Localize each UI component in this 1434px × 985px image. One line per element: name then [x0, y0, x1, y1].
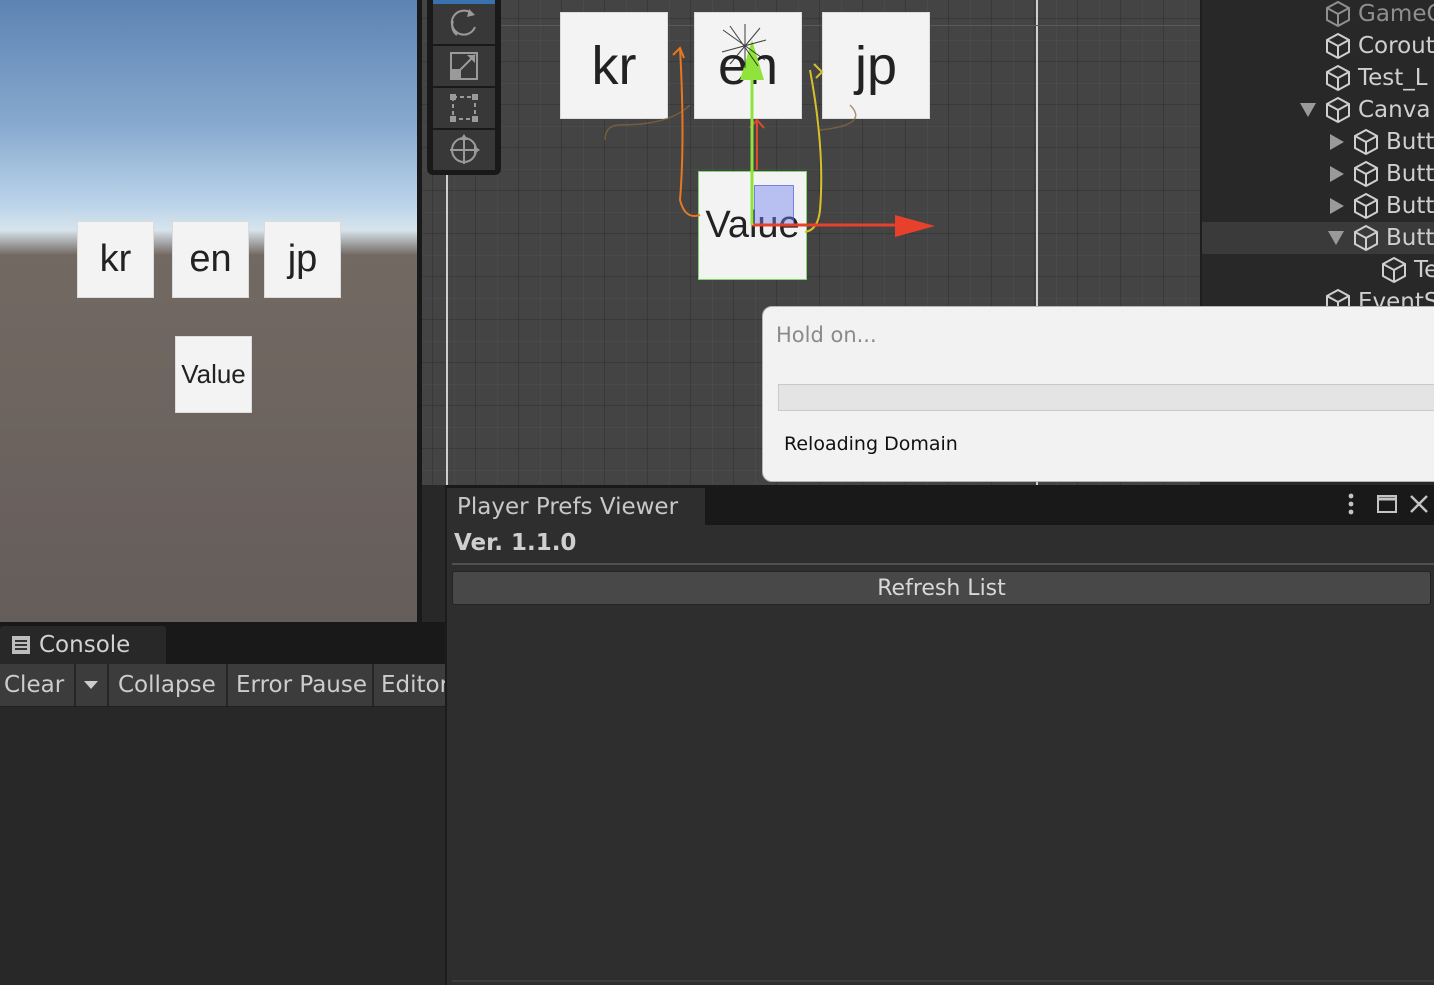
hierarchy-item-label: Te — [1414, 257, 1434, 283]
tab-label: Console — [39, 632, 131, 658]
divider — [226, 664, 228, 706]
hierarchy-item-label: Corout — [1358, 33, 1434, 59]
refresh-list-button[interactable]: Refresh List — [452, 571, 1431, 605]
transform-tool-icon — [450, 134, 480, 164]
expand-right-icon[interactable] — [1330, 166, 1344, 182]
divider — [107, 664, 109, 706]
tab-console[interactable]: Console — [0, 626, 166, 664]
game-en-button[interactable]: en — [172, 221, 249, 298]
navigation-gizmo — [604, 24, 935, 237]
clear-button[interactable]: Clear — [4, 664, 64, 706]
gameobject-icon — [1382, 256, 1406, 284]
editor-dropdown[interactable]: Editor — [381, 664, 445, 706]
transform-tool-button[interactable] — [433, 130, 495, 170]
gameobject-icon — [1354, 192, 1378, 220]
expand-down-icon[interactable] — [1328, 231, 1344, 245]
gameobject-icon — [1326, 32, 1350, 60]
expand-right-icon[interactable] — [1330, 198, 1344, 214]
clear-options-dropdown[interactable] — [82, 664, 100, 706]
rotate-tool-button[interactable] — [433, 4, 495, 44]
gameobject-icon — [1326, 288, 1350, 306]
hierarchy-item[interactable]: EventS — [1324, 286, 1434, 306]
player-prefs-panel — [445, 485, 1434, 985]
rect-tool-button[interactable] — [433, 88, 495, 128]
scale-tool-button[interactable] — [433, 46, 495, 86]
hierarchy-item-label: Butt — [1386, 161, 1434, 187]
game-jp-button[interactable]: jp — [264, 221, 341, 298]
gameobject-icon — [1354, 160, 1378, 188]
canvas-bound-left — [446, 160, 448, 485]
gameobject-icon — [1326, 96, 1350, 124]
console-icon — [12, 636, 30, 654]
hierarchy-item[interactable]: Test_L — [1324, 62, 1428, 94]
more-options-icon[interactable] — [1343, 492, 1359, 516]
divider — [452, 980, 1434, 982]
rect-tool-icon — [450, 94, 478, 122]
scale-tool-icon — [450, 52, 478, 80]
hierarchy-item-label: EventS — [1358, 289, 1434, 306]
version-label: Ver. 1.1.0 — [454, 530, 577, 556]
divider — [452, 563, 1434, 565]
hierarchy-item[interactable]: Corout — [1324, 30, 1434, 62]
rotate-tool-icon — [450, 9, 476, 36]
hierarchy-item[interactable]: Butt — [1352, 190, 1434, 222]
game-value-label: Value — [175, 336, 252, 413]
hierarchy-item[interactable]: Butt — [1352, 126, 1434, 158]
console-toolbar — [0, 664, 445, 707]
dialog-title: Hold on... — [776, 323, 877, 347]
hierarchy-item[interactable]: Te — [1380, 254, 1434, 286]
expand-right-icon[interactable] — [1330, 134, 1344, 150]
hierarchy-item-label: GameC — [1358, 1, 1434, 27]
gameobject-icon — [1326, 64, 1350, 92]
chevron-down-icon — [84, 681, 98, 689]
hierarchy-item-label: Butt — [1386, 193, 1434, 219]
collapse-toggle[interactable]: Collapse — [118, 664, 216, 706]
expand-down-icon[interactable] — [1300, 103, 1316, 117]
hierarchy-item-label: Test_L — [1358, 65, 1428, 91]
close-icon[interactable] — [1408, 493, 1430, 515]
hierarchy-item-label: Canva — [1358, 97, 1431, 123]
progress-bar — [778, 384, 1434, 411]
hierarchy-item[interactable]: Canva — [1324, 94, 1430, 126]
divider — [74, 664, 76, 706]
dialog-message: Reloading Domain — [784, 433, 958, 455]
tab-player-prefs-viewer[interactable]: Player Prefs Viewer — [447, 488, 705, 525]
error-pause-toggle[interactable]: Error Pause — [236, 664, 367, 706]
divider — [372, 664, 374, 706]
gameobject-icon — [1326, 0, 1350, 28]
hierarchy-panel[interactable]: GameC Corout Test_L Canva Butt Butt Butt… — [1200, 0, 1434, 306]
hierarchy-item[interactable]: Butt — [1352, 222, 1434, 254]
progress-dialog: Hold on... Reloading Domain — [762, 306, 1434, 482]
hierarchy-item-label: Butt — [1386, 225, 1434, 251]
game-view[interactable]: kr en jp Value — [0, 0, 417, 622]
hierarchy-item[interactable]: Butt — [1352, 158, 1434, 190]
maximize-icon[interactable] — [1376, 493, 1398, 515]
tab-label: Player Prefs Viewer — [457, 493, 679, 520]
game-kr-button[interactable]: kr — [77, 221, 154, 298]
gameobject-icon — [1354, 224, 1378, 252]
gameobject-icon — [1354, 128, 1378, 156]
hierarchy-item[interactable]: GameC — [1324, 0, 1434, 30]
hierarchy-item-label: Butt — [1386, 129, 1434, 155]
